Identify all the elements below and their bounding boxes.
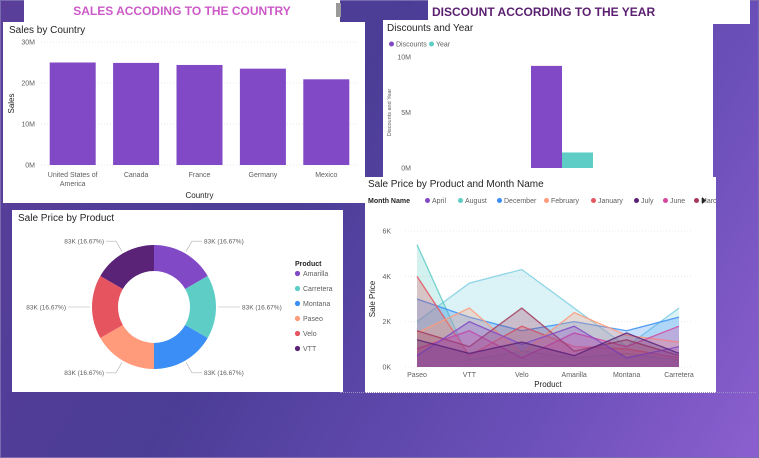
- sales-header-title: SALES ACCODING TO THE COUNTRY: [24, 0, 340, 22]
- sales-by-country-chart: 0M 10M 20M 30M United States of America Canada…: [7, 40, 358, 200]
- legend-marker: [294, 315, 301, 322]
- divider-line: [340, 392, 756, 393]
- data-label: 83K (16.67%): [204, 370, 244, 377]
- x-tick-label: Paseo: [407, 372, 427, 379]
- legend-label: VTT: [303, 346, 317, 353]
- x-tick-label: Velo: [515, 372, 529, 379]
- legend-label: December: [504, 198, 537, 205]
- bar: [49, 62, 96, 165]
- bar: [239, 68, 286, 165]
- sale-price-by-product-month-chart: Month Name April August December February Jan…: [368, 197, 716, 389]
- y-tick-label: 0K: [382, 365, 391, 372]
- legend-marker: [663, 198, 668, 203]
- legend-marker: [694, 198, 699, 203]
- legend-marker: [389, 41, 394, 47]
- data-label: 83K (16.67%): [64, 370, 104, 377]
- legend-marker: [425, 198, 430, 203]
- legend-label: Paseo: [303, 316, 323, 323]
- legend-marker: [497, 198, 502, 203]
- legend-label: Velo: [303, 331, 317, 338]
- legend-label: August: [465, 198, 487, 205]
- leader-line: [185, 362, 202, 374]
- data-label: 83K (16.67%): [242, 304, 282, 311]
- legend-label: June: [670, 198, 685, 205]
- sale-price-by-product-visual[interactable]: Sale Price by Product 83K (16.67%) 83K (1…: [12, 210, 343, 392]
- legend-label: January: [598, 198, 623, 205]
- x-tick-label: Germany: [249, 172, 278, 179]
- bar: [176, 64, 223, 165]
- legend-label: Carretera: [303, 286, 333, 293]
- data-label: 83K (16.67%): [204, 238, 244, 245]
- legend-marker: [294, 330, 301, 337]
- y-axis-title: Sale Price: [368, 280, 377, 317]
- header-scrollbar[interactable]: [336, 3, 341, 17]
- legend-label: April: [432, 198, 446, 205]
- legend-label: July: [641, 198, 654, 205]
- legend-label: Year: [436, 42, 451, 49]
- x-tick-label: United States of: [48, 172, 98, 179]
- leader-line: [185, 240, 202, 252]
- legend-marker: [458, 198, 463, 203]
- legend-marker: [294, 345, 301, 352]
- data-label: 83K (16.67%): [64, 238, 104, 245]
- sales-header-text: SALES ACCODING TO THE COUNTRY: [73, 4, 291, 18]
- y-tick-label: 30M: [21, 40, 35, 47]
- legend-marker: [294, 270, 301, 277]
- bar: [303, 79, 350, 165]
- legend-label: Amarilla: [303, 271, 328, 278]
- x-tick-label: Amarilla: [562, 372, 587, 379]
- y-tick-label: 0M: [401, 166, 411, 173]
- legend-marker: [544, 198, 549, 203]
- legend-marker: [429, 41, 434, 47]
- legend-marker: [591, 198, 596, 203]
- x-tick-label: Mexico: [315, 172, 337, 179]
- x-axis-title: Country: [185, 191, 213, 200]
- legend-title: Product: [295, 261, 322, 268]
- x-tick-label: Canada: [124, 172, 149, 179]
- legend-title: Month Name: [368, 198, 410, 205]
- x-tick-label: France: [189, 172, 211, 179]
- y-tick-label: 10M: [21, 122, 35, 129]
- y-tick-label: 20M: [21, 81, 35, 88]
- y-tick-label: 4K: [382, 274, 391, 281]
- x-axis-title: Product: [534, 380, 562, 389]
- y-tick-label: 5M: [401, 110, 411, 117]
- x-tick-label: Montana: [613, 372, 640, 379]
- legend-marker: [634, 198, 639, 203]
- legend-label: Montana: [303, 301, 330, 308]
- bar: [113, 62, 160, 165]
- leader-line: [106, 240, 123, 252]
- leader-line: [106, 362, 123, 374]
- legend-label: February: [551, 198, 580, 205]
- x-tick-label: America: [60, 181, 86, 188]
- data-label: 83K (16.67%): [26, 304, 66, 311]
- x-tick-label: VTT: [463, 372, 477, 379]
- bar: [562, 152, 593, 168]
- discounts-and-year-visual[interactable]: Discounts and Year Discounts Year 0M 5M 10M D…: [383, 20, 713, 177]
- y-axis-title: Sales: [7, 93, 16, 113]
- discounts-and-year-chart: Discounts Year 0M 5M 10M Discounts and Year: [387, 41, 593, 173]
- x-tick-label: Carretera: [664, 372, 694, 379]
- y-tick-label: 6K: [382, 229, 391, 236]
- legend-marker: [294, 285, 301, 292]
- y-tick-label: 10M: [397, 55, 411, 62]
- discount-header-text: DISCOUNT ACCORDING TO THE YEAR: [432, 5, 656, 19]
- legend-label: Discounts: [396, 42, 427, 49]
- bar: [531, 65, 562, 168]
- y-axis-title: Discounts and Year: [387, 89, 393, 137]
- sale-price-by-product-chart: 83K (16.67%) 83K (16.67%) 83K (16.67%) 83K …: [26, 238, 333, 377]
- y-tick-label: 0M: [25, 163, 35, 170]
- sales-by-country-visual[interactable]: Sales by Country 0M 10M 20M 30M United State…: [3, 22, 365, 203]
- y-tick-label: 2K: [382, 319, 391, 326]
- legend-marker: [294, 300, 301, 307]
- sale-price-by-product-month-visual[interactable]: Sale Price by Product and Month Name Mon…: [365, 177, 716, 393]
